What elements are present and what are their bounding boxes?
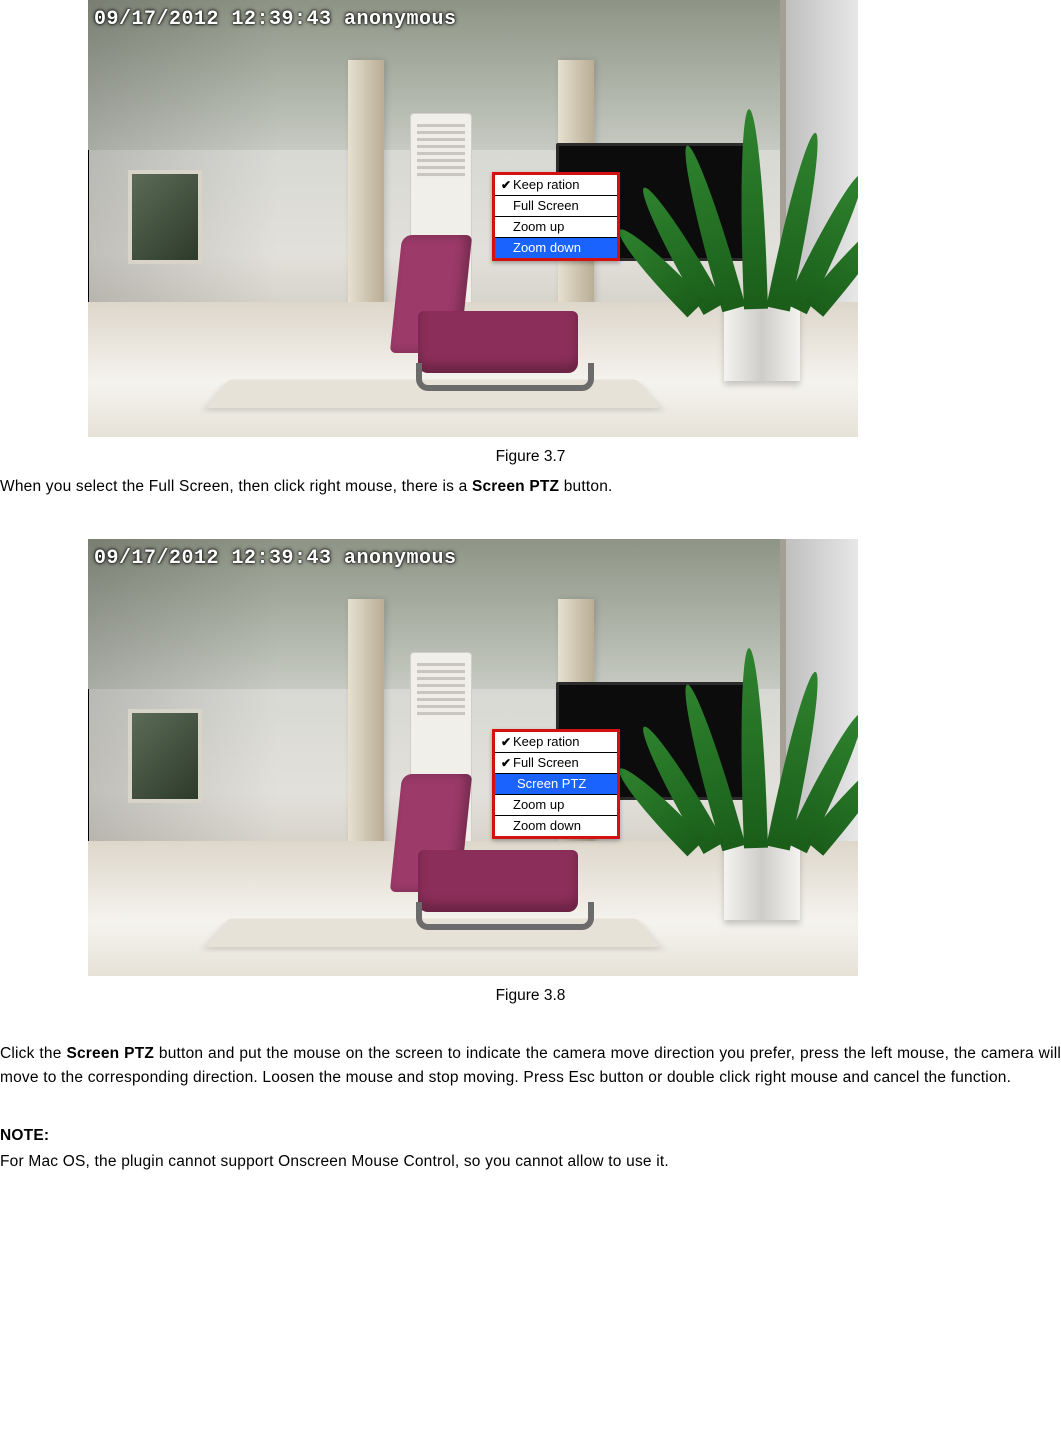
figure-caption-3-7: Figure 3.7 xyxy=(0,445,1061,469)
plant-decor xyxy=(674,638,844,848)
bold-screen-ptz: Screen PTZ xyxy=(472,478,559,495)
context-menu-fig-3-7[interactable]: ✔ Keep ration Full Screen Zoom up Zoom d… xyxy=(492,172,620,261)
osd-timestamp: 09/17/2012 12:39:43 anonymous xyxy=(94,543,457,574)
menu-item-keep-ration[interactable]: ✔ Keep ration xyxy=(495,175,617,196)
figure-caption-3-8: Figure 3.8 xyxy=(0,984,1061,1008)
menu-item-keep-ration[interactable]: ✔ Keep ration xyxy=(495,732,617,753)
bold-screen-ptz: Screen PTZ xyxy=(66,1045,154,1062)
menu-item-screen-ptz[interactable]: Screen PTZ xyxy=(495,774,617,795)
menu-item-zoom-up[interactable]: Zoom up xyxy=(495,795,617,816)
menu-item-full-screen[interactable]: Full Screen xyxy=(495,196,617,217)
menu-label: Zoom down xyxy=(513,816,581,836)
menu-label: Zoom up xyxy=(513,217,564,237)
osd-timestamp: 09/17/2012 12:39:43 anonymous xyxy=(94,4,457,35)
check-icon: ✔ xyxy=(499,754,513,773)
paragraph-screen-ptz-instructions: Click the Screen PTZ button and put the … xyxy=(0,1042,1061,1090)
camera-view-figure-3-7: 09/17/2012 12:39:43 anonymous ✔ Keep rat… xyxy=(88,0,858,437)
context-menu-fig-3-8[interactable]: ✔ Keep ration ✔ Full Screen Screen PTZ Z… xyxy=(492,729,620,839)
note-heading: NOTE: xyxy=(0,1124,1061,1148)
camera-view-figure-3-8: 09/17/2012 12:39:43 anonymous ✔ Keep rat… xyxy=(88,539,858,976)
paragraph-after-fig-3-7: When you select the Full Screen, then cl… xyxy=(0,475,1061,499)
menu-label: Zoom up xyxy=(513,795,564,815)
check-icon: ✔ xyxy=(499,176,513,195)
check-icon: ✔ xyxy=(499,733,513,752)
menu-label: Screen PTZ xyxy=(517,774,586,794)
menu-label: Keep ration xyxy=(513,175,580,195)
menu-item-zoom-down[interactable]: Zoom down xyxy=(495,816,617,836)
menu-label: Full Screen xyxy=(513,196,579,216)
note-body: For Mac OS, the plugin cannot support On… xyxy=(0,1150,1061,1174)
menu-label: Zoom down xyxy=(513,238,581,258)
menu-item-zoom-up[interactable]: Zoom up xyxy=(495,217,617,238)
menu-label: Full Screen xyxy=(513,753,579,773)
menu-item-zoom-down[interactable]: Zoom down xyxy=(495,238,617,258)
plant-decor xyxy=(674,99,844,309)
menu-item-full-screen[interactable]: ✔ Full Screen xyxy=(495,753,617,774)
menu-label: Keep ration xyxy=(513,732,580,752)
